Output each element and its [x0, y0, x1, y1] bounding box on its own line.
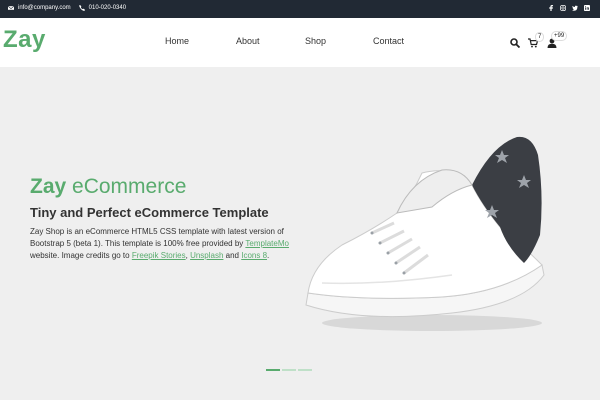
nav-about[interactable]: About	[236, 36, 260, 46]
templatemo-link[interactable]: TemplateMo	[245, 239, 289, 248]
hero-title: Zay eCommerce	[30, 175, 187, 198]
email-link[interactable]: info@company.com	[8, 5, 71, 11]
envelope-icon	[8, 5, 14, 10]
phone-text: 010-020-0340	[88, 5, 127, 11]
social-links	[542, 5, 590, 11]
hero-shoe-image	[305, 136, 545, 331]
main-navbar: Zay Home About Shop Contact 7 +99	[0, 18, 600, 67]
user-count-badge: +99	[551, 31, 568, 41]
nav-home[interactable]: Home	[165, 36, 189, 46]
carousel-indicator-1[interactable]	[266, 369, 280, 371]
icons8-link[interactable]: Icons 8	[241, 251, 267, 260]
cart-count-badge: 7	[535, 32, 545, 42]
hero-text: Zay eCommerce Tiny and Perfect eCommerce…	[30, 175, 290, 262]
carousel-indicator-2[interactable]	[282, 369, 296, 371]
carousel-indicators	[266, 369, 314, 371]
contact-info: info@company.com 010-020-0340	[8, 5, 134, 11]
twitter-icon[interactable]	[572, 5, 578, 11]
hero-carousel: Zay eCommerce Tiny and Perfect eCommerce…	[0, 67, 600, 400]
unsplash-link[interactable]: Unsplash	[190, 251, 223, 260]
email-text: info@company.com	[18, 5, 71, 11]
hero-description: Zay Shop is an eCommerce HTML5 CSS templ…	[30, 227, 289, 260]
instagram-icon[interactable]	[560, 5, 566, 11]
search-icon[interactable]	[510, 38, 520, 48]
freepik-link[interactable]: Freepik Stories	[132, 251, 186, 260]
nav-contact[interactable]: Contact	[373, 36, 404, 46]
phone-icon	[78, 5, 85, 11]
phone-link[interactable]: 010-020-0340	[78, 5, 127, 11]
facebook-icon[interactable]	[548, 5, 554, 11]
nav-shop[interactable]: Shop	[305, 36, 326, 46]
carousel-indicator-3[interactable]	[298, 369, 312, 371]
linkedin-icon[interactable]	[584, 5, 590, 11]
top-contact-bar: info@company.com 010-020-0340	[0, 0, 600, 18]
header-icons: 7 +99	[510, 31, 572, 52]
hero-subtitle: Tiny and Perfect eCommerce Template	[30, 205, 269, 220]
